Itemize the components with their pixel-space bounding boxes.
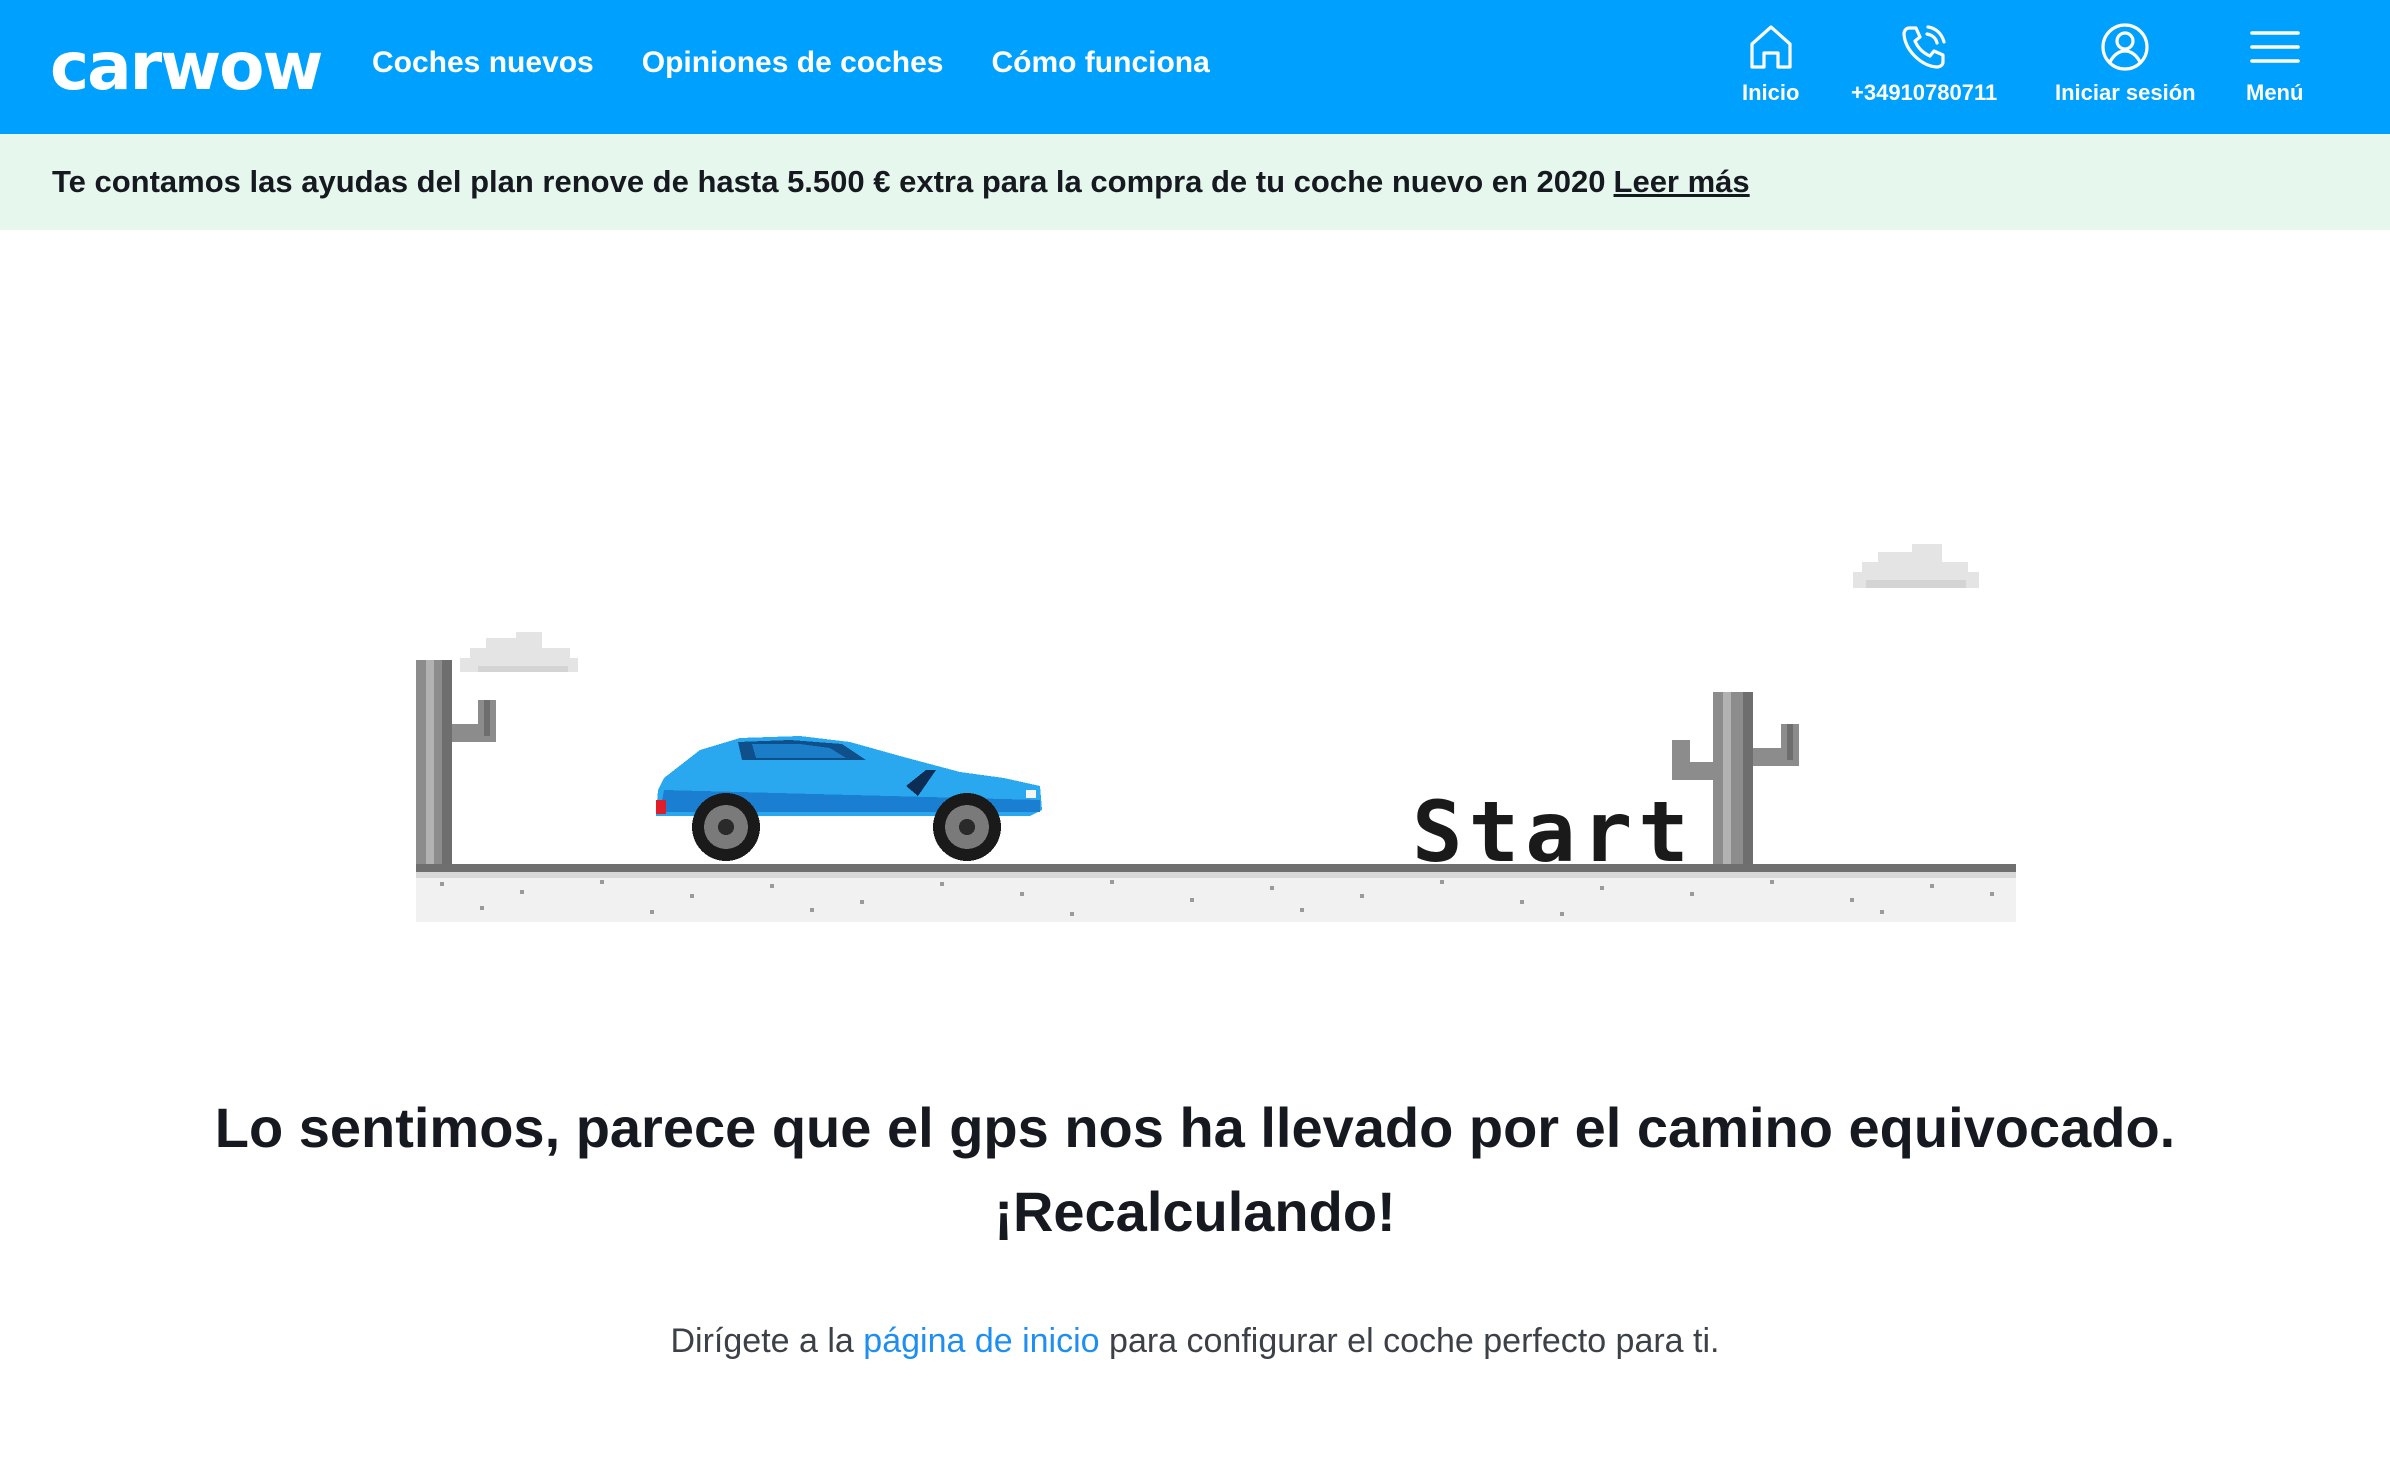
- phone-icon: [1902, 25, 1946, 69]
- nav-opiniones[interactable]: Opiniones de coches: [642, 46, 944, 80]
- home-button[interactable]: Inicio: [1742, 20, 1799, 106]
- login-label: Iniciar sesión: [2055, 80, 2196, 105]
- start-label: Start: [1412, 783, 1695, 881]
- home-page-link[interactable]: página de inicio: [863, 1322, 1099, 1360]
- user-icon: [2101, 23, 2149, 71]
- cloud-left: [460, 632, 578, 672]
- promo-read-more-link[interactable]: Leer más: [1614, 164, 1750, 199]
- nav-como-funciona[interactable]: Cómo funciona: [991, 46, 1209, 80]
- headline-line2: ¡Recalculando!: [994, 1180, 1396, 1243]
- error-scene: Start: [0, 230, 2390, 990]
- main-nav: Coches nuevos Opiniones de coches Cómo f…: [372, 46, 1210, 80]
- error-headline: Lo sentimos, parece que el gps nos ha ll…: [0, 1086, 2390, 1254]
- site-header: carwow Coches nuevos Opiniones de coches…: [0, 0, 2390, 134]
- headline-line1: Lo sentimos, parece que el gps nos ha ll…: [214, 1096, 2176, 1159]
- promo-text-wrap: Te contamos las ayudas del plan renove d…: [52, 164, 1750, 200]
- carwow-logo[interactable]: carwow: [50, 34, 323, 100]
- promo-text: Te contamos las ayudas del plan renove d…: [52, 164, 1606, 199]
- error-subtext: Dirígete a la página de inicio para conf…: [0, 1322, 2390, 1361]
- cloud-right: [1853, 544, 1979, 588]
- nav-coches-nuevos[interactable]: Coches nuevos: [372, 46, 594, 80]
- cactus-left: [416, 660, 496, 870]
- car-icon: [656, 736, 1042, 861]
- phone-label: +34910780711: [1851, 80, 1998, 105]
- pixel-road-illustration: [416, 544, 2016, 922]
- menu-label: Menú: [2246, 80, 2304, 105]
- menu-button[interactable]: Menú: [2246, 20, 2303, 106]
- promo-banner: Te contamos las ayudas del plan renove d…: [0, 134, 2390, 230]
- home-label: Inicio: [1742, 80, 1800, 105]
- home-icon: [1750, 25, 1792, 69]
- phone-button[interactable]: +34910780711: [1851, 20, 1997, 106]
- road: [416, 864, 2016, 922]
- login-button[interactable]: Iniciar sesión: [2055, 20, 2196, 106]
- subtext-before: Dirígete a la: [670, 1322, 854, 1360]
- hamburger-icon: [2249, 31, 2300, 63]
- subtext-after: para configurar el coche perfecto para t…: [1109, 1322, 1720, 1360]
